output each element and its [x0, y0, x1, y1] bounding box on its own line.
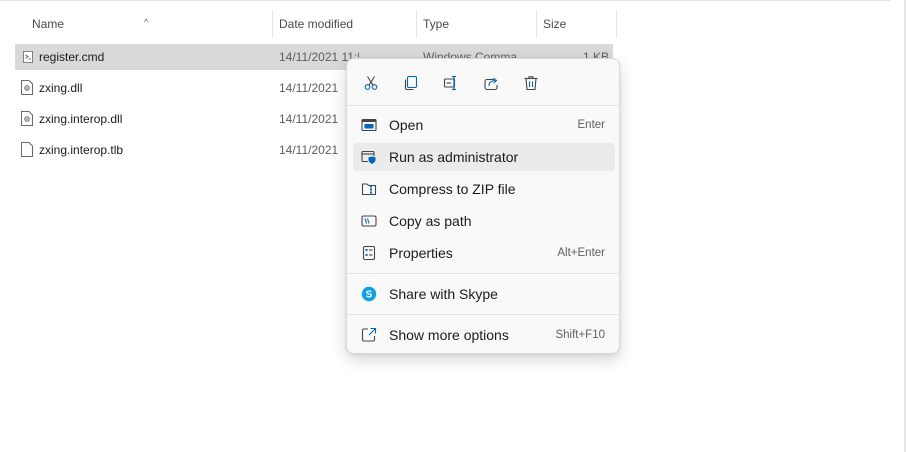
menu-item-shortcut: Alt+Enter [557, 247, 605, 259]
menu-item-label: Show more options [389, 327, 509, 343]
column-header-name[interactable]: Name [26, 10, 272, 38]
delete-icon [524, 76, 538, 91]
menu-item-label: Copy as path [389, 213, 472, 229]
column-header-bar: Name ^ Date modified Type Size [0, 10, 620, 38]
file-name: zxing.interop.dll [39, 112, 123, 126]
script-file-icon [23, 51, 33, 63]
menu-item-compress-to-zip[interactable]: Compress to ZIP file [353, 175, 615, 203]
column-header-type-label: Type [423, 17, 450, 31]
file-name: zxing.interop.tlb [39, 143, 124, 157]
column-header-date-label: Date modified [279, 17, 354, 31]
menu-item-properties[interactable]: Properties Alt+Enter [353, 239, 615, 267]
column-header-type[interactable]: Type [417, 10, 536, 38]
menu-divider [347, 105, 619, 106]
delete-button[interactable] [519, 71, 543, 95]
menu-divider [347, 314, 619, 315]
rename-button[interactable] [439, 71, 463, 95]
cut-button[interactable] [359, 71, 383, 95]
svg-text:S: S [366, 290, 373, 301]
dll-file-icon [21, 80, 33, 95]
column-header-size-label: Size [543, 17, 567, 31]
context-menu: Open Enter Run as administrator Compress… [346, 58, 620, 354]
file-name: zxing.dll [39, 81, 83, 95]
menu-item-label: Properties [389, 245, 453, 261]
column-header-size[interactable]: Size [537, 10, 616, 38]
menu-item-label: Open [389, 117, 424, 133]
cut-icon [364, 76, 378, 90]
share-button[interactable] [479, 71, 503, 95]
menu-divider [347, 273, 619, 274]
menu-item-copy-as-path[interactable]: Copy as path [353, 207, 615, 235]
skype-icon: S [361, 286, 377, 302]
menu-item-shortcut: Shift+F10 [555, 329, 605, 341]
window-top-border [0, 0, 890, 1]
menu-item-show-more-options[interactable]: Show more options Shift+F10 [353, 321, 615, 349]
column-divider[interactable] [616, 10, 617, 38]
menu-item-label: Share with Skype [389, 286, 498, 302]
open-icon [361, 118, 377, 132]
blank-file-icon [21, 142, 33, 157]
zip-icon [361, 183, 377, 196]
more-options-icon [361, 327, 377, 342]
column-header-name-label: Name [32, 17, 65, 31]
menu-item-shortcut: Enter [577, 119, 606, 131]
menu-item-open[interactable]: Open Enter [353, 111, 615, 139]
file-name: register.cmd [39, 50, 105, 64]
copy-icon [404, 75, 418, 91]
copy-path-icon [361, 215, 377, 227]
dll-file-icon [21, 111, 33, 126]
share-icon [484, 77, 498, 91]
menu-item-run-as-administrator[interactable]: Run as administrator [353, 143, 615, 171]
sort-ascending-icon: ^ [144, 17, 149, 27]
column-header-date[interactable]: Date modified [273, 10, 416, 38]
menu-item-label: Run as administrator [389, 149, 519, 165]
copy-button[interactable] [399, 71, 423, 95]
menu-item-share-with-skype[interactable]: S Share with Skype [353, 280, 615, 308]
menu-item-label: Compress to ZIP file [389, 181, 516, 197]
shield-icon [361, 150, 377, 165]
properties-icon [362, 245, 376, 261]
rename-icon [443, 75, 456, 91]
